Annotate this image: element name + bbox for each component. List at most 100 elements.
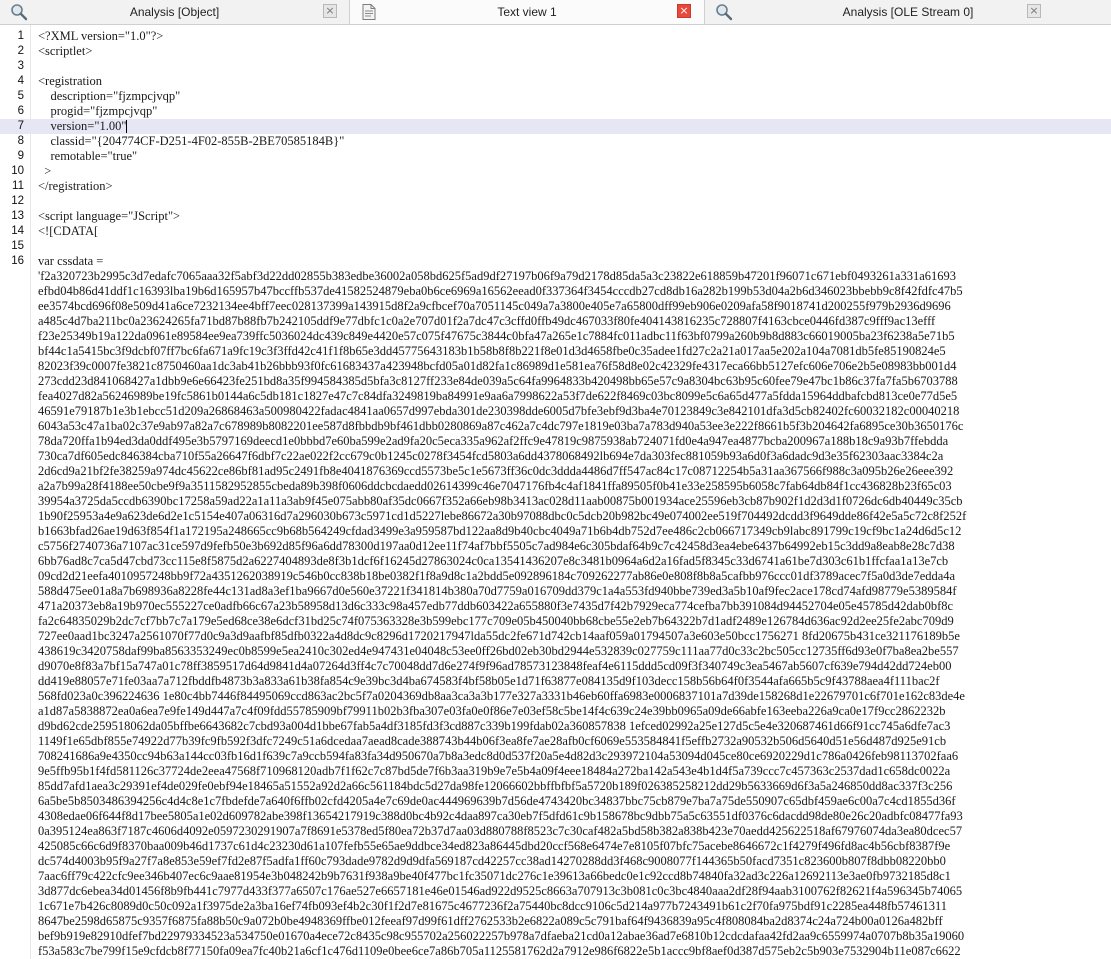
- code-line[interactable]: f53a583c7be799f15e9cfdcb8f77150fa09ea7fc…: [0, 944, 1111, 959]
- code-line[interactable]: 425085c66c6d9f8370baa009b46d1737c61d4c23…: [0, 839, 1111, 854]
- line-text: var cssdata =: [38, 254, 104, 268]
- code-line[interactable]: 8 classid="{204774CF-D251-4F02-855B-2BE7…: [0, 134, 1111, 149]
- line-text: f53a583c7be799f15e9cfdcb8f77150fa09ea7fc…: [38, 944, 961, 958]
- code-line[interactable]: 85dd7afd1aea3c29391ef4de029fe0ebf94e1846…: [0, 779, 1111, 794]
- line-text: a2a7b99a28f4188ee50cbe9f9a3511582952855c…: [38, 479, 952, 493]
- code-line[interactable]: 588d475ee01a8a7b698936a8228fe44c131ad8a3…: [0, 584, 1111, 599]
- code-line[interactable]: 438619c3420758daf99ba8563353249ec0b8599e…: [0, 644, 1111, 659]
- line-text: 471a20373eb8a19b970ec555227ce0adfb66c67a…: [38, 599, 954, 613]
- code-line[interactable]: 39954a3725da5ccdb6390bc17258a59ad22a1a11…: [0, 494, 1111, 509]
- line-number: 4: [17, 75, 24, 87]
- line-text: 85dd7afd1aea3c29391ef4de029fe0ebf94e1846…: [38, 779, 953, 793]
- code-line[interactable]: 15: [0, 239, 1111, 254]
- line-text: f23e25349b19a122da0961e89584ee9ea739ffc5…: [38, 329, 955, 343]
- code-line[interactable]: 0a395124ea863f7187c4606d4092e05972302919…: [0, 824, 1111, 839]
- line-number: 6: [17, 105, 24, 117]
- code-line[interactable]: 1c671e7b426c8089d0c50c092a1f3975de2a3ba1…: [0, 899, 1111, 914]
- code-line[interactable]: bef9b919e82910dfef7bd22979334523a534750e…: [0, 929, 1111, 944]
- line-text: 39954a3725da5ccdb6390bc17258a59ad22a1a11…: [38, 494, 963, 508]
- line-text: 1149f1e65dbf855e74922d77b39fc9fb592f3dfc…: [38, 734, 947, 748]
- line-text: dd419e88057e71fe03aa7a712fbddfb4873b3a83…: [38, 674, 940, 688]
- code-line[interactable]: dc574d4003b95f9a27f7a8e853e59ef7fd2e87f5…: [0, 854, 1111, 869]
- code-line[interactable]: ee3574bcd696f08e509d41a6ce7232134ee4bff7…: [0, 299, 1111, 314]
- current-line[interactable]: 7 version="1.00": [0, 119, 1111, 134]
- line-text: classid="{204774CF-D251-4F02-855B-2BE705…: [38, 134, 345, 148]
- code-line[interactable]: 1b90f25953a4e9a623de6d2e1c5154e407a06316…: [0, 509, 1111, 524]
- code-line[interactable]: 1 <?XML version="1.0"?>: [0, 29, 1111, 44]
- code-line[interactable]: 6a5be5b8503486394256c4d4c8e1c7fbdefde7a6…: [0, 794, 1111, 809]
- line-number: 1: [17, 30, 24, 42]
- line-text: progid="fjzmpcjvqp": [38, 104, 158, 118]
- line-text: 8647be2598d65875c9357f6875fa88b50c9a072b…: [38, 914, 943, 928]
- code-line[interactable]: 1149f1e65dbf855e74922d77b39fc9fb592f3dfc…: [0, 734, 1111, 749]
- line-text: 2d6cd9a21bf2fe38259a974dc45622ce86bf81ad…: [38, 464, 954, 478]
- code-line[interactable]: fea4027d82a56246989be19fc5861b0144a6c5db…: [0, 389, 1111, 404]
- line-number: 15: [11, 240, 24, 252]
- line-text: 6a5be5b8503486394256c4d4c8e1c7fbdefde7a6…: [38, 794, 956, 808]
- code-line[interactable]: 5 description="fjzmpcjvqp": [0, 89, 1111, 104]
- tab-label: Text view 1: [497, 5, 557, 19]
- code-line[interactable]: d9070e8f83a7bf15a747a01c78ff3859517d64d9…: [0, 659, 1111, 674]
- code-line[interactable]: 'f2a320723b2995c3d7edafc7065aaa32f5abf3d…: [0, 269, 1111, 284]
- code-line[interactable]: 14 <![CDATA[: [0, 224, 1111, 239]
- tab-text-view-1[interactable]: Text view 1 ×: [350, 0, 705, 24]
- line-text: dc574d4003b95f9a27f7a8e853e59ef7fd2e87f5…: [38, 854, 946, 868]
- code-line[interactable]: 4308edae06f644f8d17bee5805a1e02d609782ab…: [0, 809, 1111, 824]
- line-text: 727ee0aad1bc3247a2561070f77d0c9a3d9aafbf…: [38, 629, 960, 643]
- text-editor[interactable]: 1 <?XML version="1.0"?> 2 <scriptlet> 3 4 <reg…: [0, 25, 1111, 959]
- line-number: 16: [11, 255, 24, 267]
- code-line[interactable]: 568fd023a0c396224636 1e80c4bb7446f844950…: [0, 689, 1111, 704]
- code-line[interactable]: 6 progid="fjzmpcjvqp": [0, 104, 1111, 119]
- line-text: b1663bfad26ae19d63f854f1a172195a248665cc…: [38, 524, 962, 538]
- line-text: <scriptlet>: [38, 44, 93, 58]
- line-text: 568fd023a0c396224636 1e80c4bb7446f844950…: [38, 689, 965, 703]
- code-line[interactable]: 471a20373eb8a19b970ec555227ce0adfb66c67a…: [0, 599, 1111, 614]
- code-line[interactable]: fa2c64835029b2dc7cf7bb7c7a179e5ed68ce38e…: [0, 614, 1111, 629]
- code-line[interactable]: d9bd62cde259518062da05bffbe6643682c7cbd9…: [0, 719, 1111, 734]
- code-line[interactable]: 9 remotable="true": [0, 149, 1111, 164]
- code-line[interactable]: 6bb76ad8c7ca5d47cbd73cc115e8f5875d2a6227…: [0, 554, 1111, 569]
- code-line[interactable]: 8647be2598d65875c9357f6875fa88b50c9a072b…: [0, 914, 1111, 929]
- code-line[interactable]: 2d6cd9a21bf2fe38259a974dc45622ce86bf81ad…: [0, 464, 1111, 479]
- line-number: 11: [12, 180, 24, 192]
- code-line[interactable]: 3d877dc6ebea34d01456f8b9fb441c7977d433f3…: [0, 884, 1111, 899]
- code-line[interactable]: 78da720ffa1b94ed3da0ddf495e3b5797169deec…: [0, 434, 1111, 449]
- code-line[interactable]: f23e25349b19a122da0961e89584ee9ea739ffc5…: [0, 329, 1111, 344]
- code-line[interactable]: 09cd2d21eefa4010957248bb9f72a43512620389…: [0, 569, 1111, 584]
- code-line[interactable]: 13 <script language="JScript">: [0, 209, 1111, 224]
- code-line[interactable]: 2 <scriptlet>: [0, 44, 1111, 59]
- code-line[interactable]: 730ca7df605edc846384cba710f55a26647f6dbf…: [0, 449, 1111, 464]
- line-text: <registration: [38, 74, 102, 88]
- tab-analysis-object[interactable]: Analysis [Object] ×: [0, 0, 350, 24]
- code-line[interactable]: efbd04b86d41ddf1c16393lba19b6d165957b47b…: [0, 284, 1111, 299]
- code-line[interactable]: 6043a53c47a1ba02c37e9ab97a82a7c678989b80…: [0, 419, 1111, 434]
- code-line[interactable]: 11 </registration>: [0, 179, 1111, 194]
- line-text: 0a395124ea863f7187c4606d4092e05972302919…: [38, 824, 963, 838]
- code-line[interactable]: 9e5ffb95b1f4fd581126c37724de2eea47568f71…: [0, 764, 1111, 779]
- line-text: 'f2a320723b2995c3d7edafc7065aaa32f5abf3d…: [38, 269, 957, 283]
- line-text: efbd04b86d41ddf1c16393lba19b6d165957b47b…: [38, 284, 963, 298]
- code-line[interactable]: b1663bfad26ae19d63f854f1a172195a248665cc…: [0, 524, 1111, 539]
- code-line[interactable]: 3: [0, 59, 1111, 74]
- code-line[interactable]: bf44c1a5415bc3f9dcbf07ff7bc6fa671a9fc19c…: [0, 344, 1111, 359]
- code-line[interactable]: 12: [0, 194, 1111, 209]
- close-icon[interactable]: ×: [677, 4, 691, 18]
- code-line[interactable]: 727ee0aad1bc3247a2561070f77d0c9a3d9aafbf…: [0, 629, 1111, 644]
- code-line[interactable]: a1d87a5838872ea0a6ea7e9fe149d447a7c4f09f…: [0, 704, 1111, 719]
- code-line[interactable]: 82023f39c0007fe3821c8750460aa1dc3ab41b26…: [0, 359, 1111, 374]
- code-line[interactable]: a2a7b99a28f4188ee50cbe9f9a3511582952855c…: [0, 479, 1111, 494]
- code-line[interactable]: c5756f2740736a7107ac31ce597d9fefb50e3b69…: [0, 539, 1111, 554]
- code-area[interactable]: 1 <?XML version="1.0"?> 2 <scriptlet> 3 4 <reg…: [0, 29, 1111, 959]
- code-line[interactable]: 708241686a9e4350cc94b63a144cc03fb16d1f63…: [0, 749, 1111, 764]
- tab-analysis-ole-stream-0[interactable]: Analysis [OLE Stream 0] ×: [705, 0, 1111, 24]
- code-line[interactable]: 7aac6ff79c422cfc9ee346b407ec6c9aae81954e…: [0, 869, 1111, 884]
- code-line[interactable]: 273cdd23d841068427a1dbb9e6e66423fe251bd8…: [0, 374, 1111, 389]
- close-icon[interactable]: ×: [1027, 4, 1041, 18]
- code-line[interactable]: 46591e79187b1e3b1ebcc51d209a26868463a500…: [0, 404, 1111, 419]
- code-line[interactable]: 4 <registration: [0, 74, 1111, 89]
- code-line[interactable]: a485c4d7ba211bc0a23624265fa71bd87b88fb7b…: [0, 314, 1111, 329]
- code-line[interactable]: 10 >: [0, 164, 1111, 179]
- code-line[interactable]: dd419e88057e71fe03aa7a712fbddfb4873b3a83…: [0, 674, 1111, 689]
- close-icon[interactable]: ×: [323, 4, 337, 18]
- code-line[interactable]: 16 var cssdata =: [0, 254, 1111, 269]
